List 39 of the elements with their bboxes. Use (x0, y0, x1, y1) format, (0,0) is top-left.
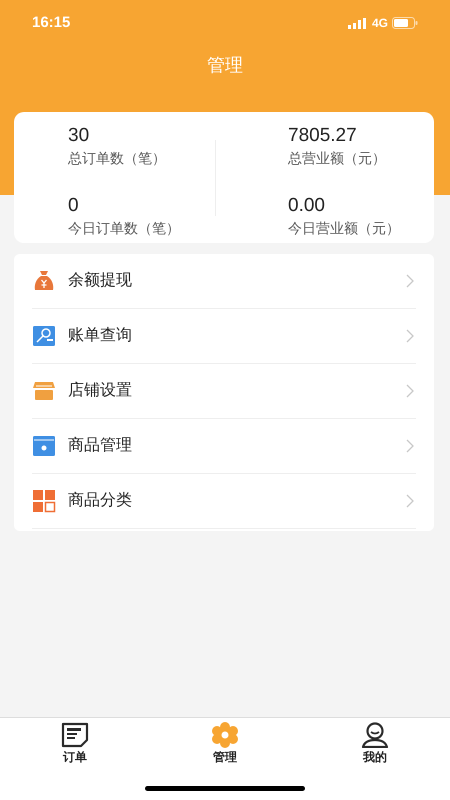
chevron-icon (406, 274, 414, 288)
chevron-icon (406, 494, 414, 508)
stat-label: 总营业额（元） (288, 149, 387, 168)
menu-label: 商品管理 (68, 436, 133, 456)
menu-label: 余额提现 (68, 270, 133, 291)
stat-value: 0 (68, 194, 80, 218)
menu-item[interactable]: 余额提现 (32, 254, 416, 309)
status-time: 16:15 (32, 12, 70, 33)
store-icon (32, 379, 56, 403)
stat-label: 总订单数（笔） (68, 149, 167, 168)
stat-value: 0.00 (288, 194, 326, 218)
flower-icon (210, 722, 240, 748)
menu-item[interactable]: 商品分类 (32, 474, 416, 529)
battery-icon (392, 17, 418, 29)
network-label: 4G (372, 15, 388, 32)
chevron-icon (406, 384, 414, 398)
page-title: 管理 (207, 54, 243, 77)
stat-value: 7805.27 (288, 124, 358, 148)
tab-item[interactable]: 订单 (0, 718, 150, 765)
money-bag-icon (32, 269, 56, 293)
document-icon (60, 722, 90, 748)
grid-icon (32, 489, 56, 513)
person-icon (360, 722, 390, 748)
tab-item[interactable]: 我的 (300, 718, 450, 765)
signal-icon (348, 18, 368, 28)
settings-window-icon (32, 434, 56, 458)
menu-item[interactable]: 商品管理 (32, 419, 416, 474)
menu-item[interactable]: 店铺设置 (32, 364, 416, 419)
menu-label: 店铺设置 (68, 380, 133, 401)
stat-value: 30 (68, 124, 90, 148)
stat-label: 今日订单数（笔） (68, 218, 181, 238)
search-icon (32, 324, 56, 348)
menu-label: 账单查询 (68, 326, 133, 346)
menu-item[interactable]: 账单查询 (32, 309, 416, 364)
chevron-icon (406, 329, 414, 343)
menu-label: 商品分类 (68, 490, 133, 511)
stat-label: 今日营业额（元） (288, 218, 401, 238)
chevron-icon (406, 439, 414, 453)
tab-item[interactable]: 管理 (150, 718, 300, 765)
